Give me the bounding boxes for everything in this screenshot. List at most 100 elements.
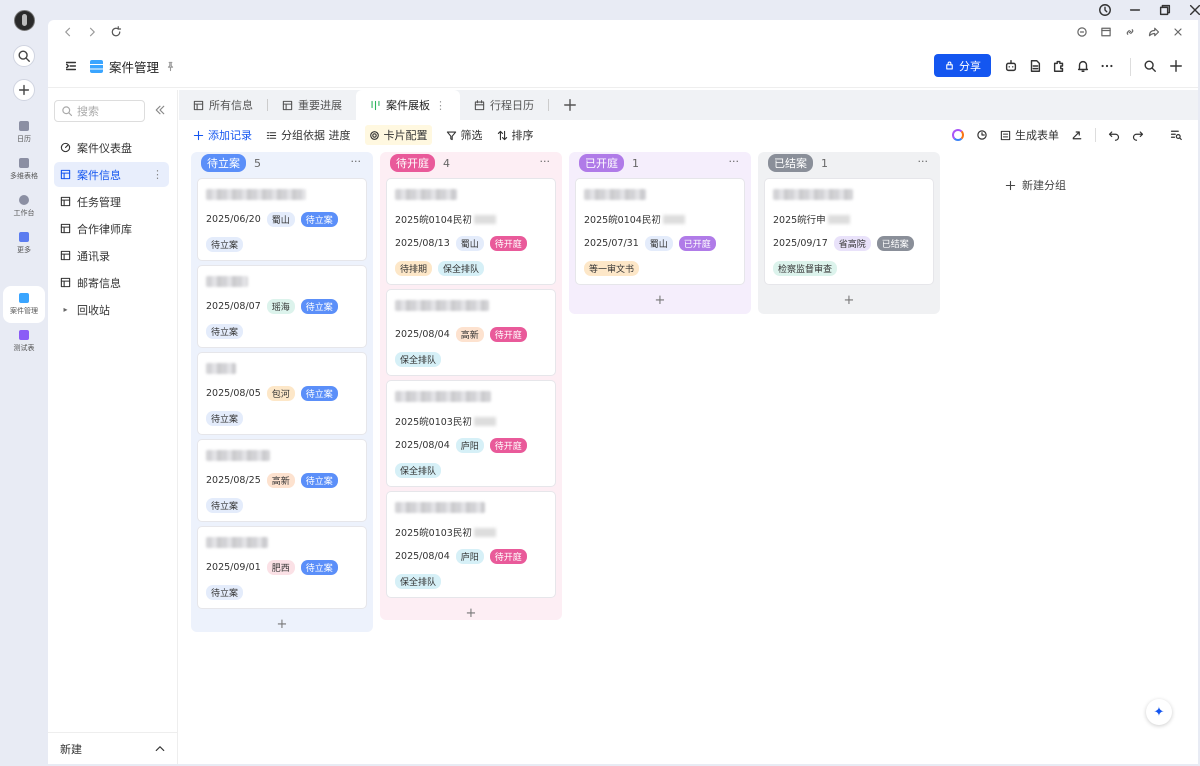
automation-icon[interactable]	[976, 129, 988, 141]
case-card[interactable]: 2025/08/07 瑶海 待立案 待立案	[197, 265, 367, 348]
case-card[interactable]: 2025/08/05 包河 待立案 待立案	[197, 352, 367, 435]
refresh-icon[interactable]	[110, 26, 122, 38]
avatar[interactable]	[14, 10, 35, 31]
sidebar-toggle-icon[interactable]	[64, 59, 78, 73]
lock-icon	[944, 60, 955, 71]
tab-case-board[interactable]: 案件展板 ⋮	[356, 90, 460, 120]
restore-icon[interactable]	[1158, 3, 1172, 17]
rail-item-case-management[interactable]: 案件管理	[3, 286, 45, 323]
column-menu-icon[interactable]: ···	[351, 155, 362, 168]
history-icon[interactable]	[1098, 3, 1112, 17]
rail-item-test-table[interactable]: 测试表	[2, 327, 46, 356]
forward-icon[interactable]	[86, 26, 98, 38]
group-icon	[266, 130, 277, 141]
add-card-button[interactable]: +	[764, 285, 934, 316]
redacted-title	[206, 189, 306, 200]
card-tags: 保全排队	[395, 352, 545, 367]
new-button[interactable]: 新建	[60, 741, 82, 757]
case-card[interactable]: 2025/09/01 肥西 待立案 待立案	[197, 526, 367, 609]
pin-icon[interactable]	[165, 61, 176, 72]
card-date: 2025/09/17	[773, 238, 828, 249]
add-record-button[interactable]: 添加记录	[193, 127, 252, 143]
search-records-icon[interactable]	[1170, 129, 1182, 141]
case-card[interactable]: 2025皖行申 2025/09/17 省高院 已结案 检察监督审查	[764, 178, 934, 285]
tab-progress[interactable]: 重要进展	[268, 90, 356, 120]
sidebar: 搜索 案件仪表盘 案件信息 ⋮ 任务管理 合作律师库 通讯录 邮寄信息 ▸ 回收…	[48, 90, 178, 764]
region-tag: 庐阳	[455, 438, 484, 453]
plugin-icon[interactable]	[1052, 59, 1066, 73]
column-title-badge: 待开庭	[390, 154, 435, 172]
case-card[interactable]: 2025皖0104民初 2025/08/13 蜀山 待开庭 待排期 保全排队	[386, 178, 556, 285]
collapse-sidebar-icon[interactable]	[154, 104, 166, 116]
column-menu-icon[interactable]: ···	[918, 155, 929, 168]
column-header: 待立案 5 ···	[197, 152, 367, 174]
column-menu-icon[interactable]: ···	[729, 155, 740, 168]
sidebar-item-contacts[interactable]: 通讯录	[54, 243, 169, 268]
view-tabs: 所有信息 重要进展 案件展板 ⋮ 行程日历	[179, 90, 1198, 120]
sidebar-item-recycle-bin[interactable]: ▸ 回收站	[54, 297, 169, 322]
window-icon[interactable]	[1100, 26, 1112, 38]
add-card-button[interactable]: +	[575, 285, 745, 316]
sidebar-item-case-info[interactable]: 案件信息 ⋮	[54, 162, 169, 187]
tab-calendar[interactable]: 行程日历	[460, 90, 548, 120]
sidebar-item-mailing[interactable]: 邮寄信息	[54, 270, 169, 295]
sidebar-item-dashboard[interactable]: 案件仪表盘	[54, 135, 169, 160]
case-number: 2025皖0104民初	[584, 212, 734, 226]
search-icon[interactable]	[13, 45, 35, 67]
search-input[interactable]: 搜索	[54, 100, 145, 122]
redacted-title	[773, 189, 853, 200]
plus-icon[interactable]	[1169, 59, 1183, 73]
share-out-icon[interactable]	[1071, 129, 1083, 141]
group-by-button[interactable]: 分组依据 进度	[266, 127, 351, 143]
add-view-button[interactable]	[549, 90, 591, 120]
more-vertical-icon[interactable]: ⋮	[152, 168, 163, 181]
rail-item-bitable[interactable]: 多维表格	[2, 155, 46, 184]
case-card[interactable]: 2025/08/25 高新 待立案 待立案	[197, 439, 367, 522]
minimize-icon[interactable]	[1128, 3, 1142, 17]
add-card-button[interactable]: +	[197, 609, 367, 640]
sidebar-item-lawyers[interactable]: 合作律师库	[54, 216, 169, 241]
case-card[interactable]: 2025皖0104民初 2025/07/31 蜀山 已开庭 等一审文书	[575, 178, 745, 285]
forward-share-icon[interactable]	[1148, 26, 1160, 38]
chevron-up-icon[interactable]	[154, 743, 166, 755]
redo-icon[interactable]	[1132, 129, 1144, 141]
rail-item-workspace[interactable]: 工作台	[2, 192, 46, 221]
close-tab-icon[interactable]	[1172, 26, 1184, 38]
kanban-column-heard: 已开庭 1 ··· 2025皖0104民初 2025/07/31 蜀山 已开庭 …	[569, 152, 751, 314]
case-card[interactable]: 2025皖0103民初 2025/08/04 庐阳 待开庭 保全排队	[386, 380, 556, 487]
link-icon[interactable]	[1124, 26, 1136, 38]
redacted-title	[395, 189, 457, 200]
plus-icon[interactable]	[13, 79, 35, 101]
robot-icon[interactable]	[1004, 59, 1018, 73]
more-icon[interactable]	[1100, 59, 1114, 73]
rail-item-calendar[interactable]: 日历	[2, 118, 46, 147]
back-icon[interactable]	[62, 26, 74, 38]
comment-icon[interactable]	[1076, 26, 1088, 38]
filter-button[interactable]: 筛选	[446, 127, 483, 143]
close-icon[interactable]	[1188, 3, 1200, 17]
column-header: 已结案 1 ···	[764, 152, 934, 174]
ai-assistant-button[interactable]: ✦	[1146, 699, 1172, 725]
card-date: 2025/08/04	[395, 329, 450, 340]
sidebar-item-tasks[interactable]: 任务管理	[54, 189, 169, 214]
document-icon[interactable]	[1028, 59, 1042, 73]
undo-icon[interactable]	[1108, 129, 1120, 141]
bell-icon[interactable]	[1076, 59, 1090, 73]
rail-item-more[interactable]: 更多	[2, 229, 46, 258]
redacted-title	[206, 537, 268, 548]
generate-form-button[interactable]: 生成表单	[1000, 127, 1059, 143]
column-count: 5	[254, 156, 261, 170]
sort-button[interactable]: 排序	[497, 127, 534, 143]
column-menu-icon[interactable]: ···	[540, 155, 551, 168]
case-card[interactable]: 2025/06/20 蜀山 待立案 待立案	[197, 178, 367, 261]
add-card-button[interactable]: +	[386, 598, 556, 629]
search-icon[interactable]	[1143, 59, 1157, 73]
tab-all-info[interactable]: 所有信息	[179, 90, 267, 120]
new-group-button[interactable]: 新建分组	[1005, 177, 1066, 193]
ai-color-icon[interactable]	[952, 129, 964, 141]
case-card[interactable]: 2025皖0103民初 2025/08/04 庐阳 待开庭 保全排队	[386, 491, 556, 598]
tab-more-icon[interactable]: ⋮	[435, 99, 446, 112]
card-config-button[interactable]: 卡片配置	[364, 125, 432, 145]
case-card[interactable]: 2025/08/04 高新 待开庭 保全排队	[386, 289, 556, 376]
share-button[interactable]: 分享	[934, 54, 991, 77]
